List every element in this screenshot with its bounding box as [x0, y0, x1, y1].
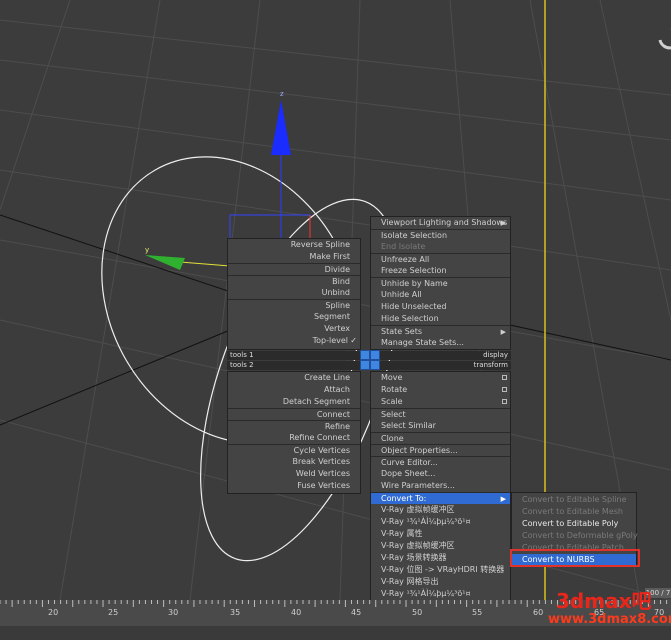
timeline-tick: 30 [168, 608, 179, 617]
menu-item-unbind[interactable]: Unbind [228, 287, 360, 299]
settings-box-icon[interactable] [502, 375, 507, 380]
menu-item-refine[interactable]: Refine [228, 420, 360, 432]
quad-menu-tools-2: Create Line Attach Detach Segment Connec… [227, 371, 361, 494]
menu-item-vertex[interactable]: Vertex [228, 323, 360, 335]
menu-item-vray-mesh-export[interactable]: V-Ray 网格导出 [371, 576, 510, 588]
quad-selector-bottom-left[interactable] [360, 360, 370, 370]
menu-item-rotate-label: Rotate [381, 385, 408, 394]
quad-selector-top-right[interactable] [370, 350, 380, 360]
menu-item-vray-bitmap-converter[interactable]: V-Ray 位图 -> VRayHDRI 转换器 [371, 564, 510, 576]
menu-item-unhide-all[interactable]: Unhide All [371, 289, 510, 301]
display-bar: display [380, 351, 511, 360]
menu-item-divide[interactable]: Divide [228, 263, 360, 275]
menu-item-hide-unselected[interactable]: Hide Unselected [371, 301, 510, 313]
watermark-logo: 3dmax吧 [556, 589, 652, 613]
menu-item-convert-to-label: Convert To: [381, 494, 427, 503]
viewport[interactable]: z y Reverse Spline Make First Divide Bin… [0, 0, 671, 600]
quad-selector-top-left[interactable] [360, 350, 370, 360]
status-bar [0, 626, 671, 640]
submenu-item-editable-spline[interactable]: Convert to Editable Spline [512, 494, 636, 506]
axis-z-label: z [280, 90, 284, 98]
submenu-item-editable-mesh[interactable]: Convert to Editable Mesh [512, 506, 636, 518]
timeline-tick: 20 [48, 608, 59, 617]
menu-item-unhide-by-name[interactable]: Unhide by Name [371, 277, 510, 289]
quad-selector-bottom-right[interactable] [370, 360, 380, 370]
menu-item-state-sets[interactable]: State Sets ▶ [371, 325, 510, 337]
menu-item-convert-to[interactable]: Convert To: ▶ [371, 492, 510, 504]
menu-item-move[interactable]: Move [371, 372, 510, 384]
menu-item-fuse-vertices[interactable]: Fuse Vertices [228, 480, 360, 492]
menu-item-hide-selection[interactable]: Hide Selection [371, 313, 510, 325]
menu-item-freeze-selection[interactable]: Freeze Selection [371, 265, 510, 277]
menu-item-vray-garbled-2[interactable]: V-Ray ¹¾¹ÀÌ¼þµ¼³ö¹¤ [371, 588, 510, 600]
menu-item-vray-garbled-1[interactable]: V-Ray ¹¾¹ÀÌ¼þµ¼³ö¹¤ [371, 516, 510, 528]
menu-item-rotate[interactable]: Rotate [371, 384, 510, 396]
menu-item-dope-sheet[interactable]: Dope Sheet... [371, 468, 510, 480]
menu-item-make-first[interactable]: Make First [228, 251, 360, 263]
menu-item-scale-label: Scale [381, 397, 403, 406]
menu-item-move-label: Move [381, 373, 403, 382]
menu-item-isolate-selection[interactable]: Isolate Selection [371, 229, 510, 241]
menu-item-refine-connect[interactable]: Refine Connect [228, 432, 360, 444]
menu-item-clone[interactable]: Clone [371, 432, 510, 444]
menu-item-top-level[interactable]: Top-level ✓ [228, 335, 360, 347]
menu-item-vray-frame-buffer[interactable]: V-Ray 虚拟帧缓冲区 [371, 504, 510, 516]
menu-item-select[interactable]: Select [371, 408, 510, 420]
quad-menu-tools-1: Reverse Spline Make First Divide Bind Un… [227, 238, 361, 350]
transform-bar: transform [380, 361, 511, 370]
menu-item-spline[interactable]: Spline [228, 299, 360, 311]
timeline-tick: 60 [533, 608, 544, 617]
timeline-tick: 35 [230, 608, 241, 617]
watermark-url: www.3dmax8.com [548, 612, 671, 627]
quad-menu-display: Viewport Lighting and Shadows ▶ Isolate S… [370, 216, 511, 350]
display-label: display [483, 351, 508, 359]
menu-item-detach-segment[interactable]: Detach Segment [228, 396, 360, 408]
viewcube-icon [658, 28, 671, 50]
tools-2-label: tools 2 [230, 361, 254, 369]
tools-1-label: tools 1 [230, 351, 254, 359]
timeline-tick: 25 [108, 608, 119, 617]
settings-box-icon[interactable] [502, 387, 507, 392]
menu-item-segment[interactable]: Segment [228, 311, 360, 323]
submenu-item-editable-poly[interactable]: Convert to Editable Poly [512, 518, 636, 530]
menu-item-select-similar[interactable]: Select Similar [371, 420, 510, 432]
transform-label: transform [473, 361, 508, 369]
highlight-annotation-box [510, 549, 640, 567]
checkmark-icon: ✓ [350, 336, 357, 345]
axis-y-label: y [145, 246, 149, 254]
menu-item-viewport-lighting[interactable]: Viewport Lighting and Shadows ▶ [371, 217, 510, 229]
menu-item-scale[interactable]: Scale [371, 396, 510, 408]
timeline-tick: 45 [351, 608, 362, 617]
menu-item-manage-state-sets[interactable]: Manage State Sets... [371, 337, 510, 349]
menu-item-object-properties[interactable]: Object Properties... [371, 444, 510, 456]
menu-item-end-isolate: End Isolate [381, 242, 426, 251]
settings-box-icon[interactable] [502, 399, 507, 404]
quad-menu-transform: Move Rotate Scale Select Select Similar … [370, 371, 511, 600]
menu-item-vray-properties[interactable]: V-Ray 属性 [371, 528, 510, 540]
menu-item-break-vertices[interactable]: Break Vertices [228, 456, 360, 468]
timeline-tick: 50 [412, 608, 423, 617]
menu-item-weld-vertices[interactable]: Weld Vertices [228, 468, 360, 480]
menu-item-connect[interactable]: Connect [228, 408, 360, 420]
menu-item-vray-scene-converter[interactable]: V-Ray 场景转换器 [371, 552, 510, 564]
menu-item-top-level-label: Top-level [312, 336, 348, 345]
timeline-tick: 55 [472, 608, 483, 617]
menu-item-bind[interactable]: Bind [228, 275, 360, 287]
menu-item-reverse-spline[interactable]: Reverse Spline [228, 239, 360, 251]
tools-1-bar: tools 1 [227, 351, 361, 360]
menu-item-vray-frame-buffer-2[interactable]: V-Ray 虚拟帧缓冲区 [371, 540, 510, 552]
tools-2-bar: tools 2 [227, 361, 361, 370]
submenu-item-deformable-gpoly[interactable]: Convert to Deformable gPoly [512, 530, 638, 542]
menu-item-attach[interactable]: Attach [228, 384, 360, 396]
menu-item-cycle-vertices[interactable]: Cycle Vertices [228, 444, 360, 456]
menu-item-create-line[interactable]: Create Line [228, 372, 360, 384]
menu-item-curve-editor[interactable]: Curve Editor... [371, 456, 510, 468]
menu-item-wire-parameters[interactable]: Wire Parameters... [371, 480, 510, 492]
menu-item-viewport-lighting-label: Viewport Lighting and Shadows [381, 218, 508, 227]
submenu-arrow-icon: ▶ [500, 219, 506, 227]
menu-item-unfreeze-all[interactable]: Unfreeze All [371, 253, 510, 265]
timeline-tick: 40 [291, 608, 302, 617]
menu-item-state-sets-label: State Sets [381, 327, 423, 336]
